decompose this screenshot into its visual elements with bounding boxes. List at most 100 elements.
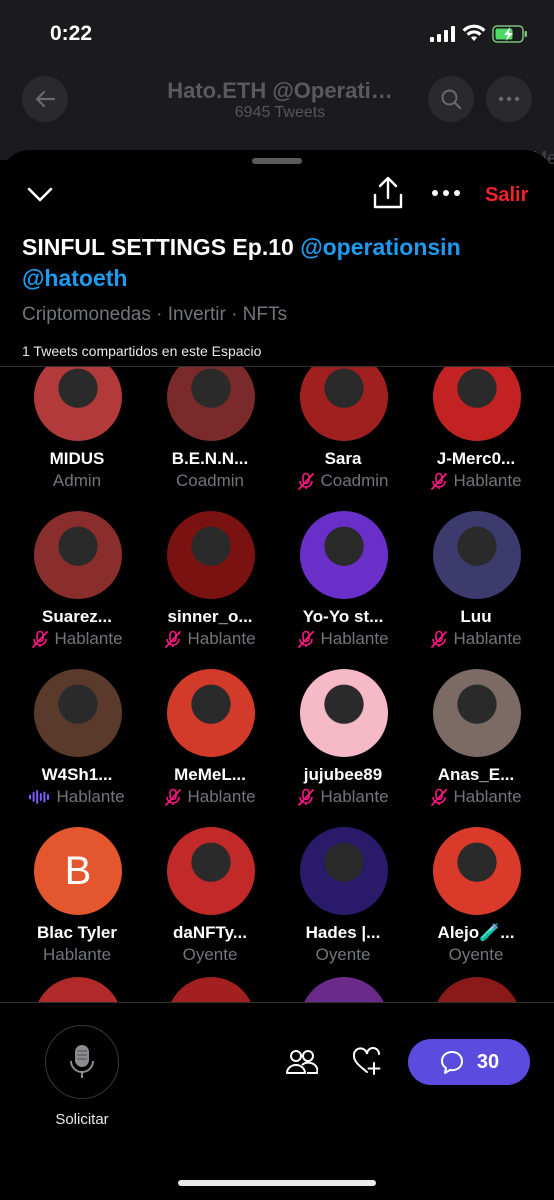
- avatar: [34, 367, 122, 441]
- leave-button[interactable]: Salir: [485, 184, 528, 207]
- participant-item[interactable]: sinner_o... Hablante: [145, 503, 275, 653]
- avatar: [300, 511, 388, 599]
- participant-item[interactable]: Sara Coadmin: [278, 367, 408, 495]
- participant-role-text: Hablante: [453, 787, 522, 806]
- participants-grid: MIDUS Admin B.E.N.N... Coadmin Sara Coadmin J-…: [0, 367, 554, 1002]
- space-sheet: Salir SINFUL SETTINGS Ep.10 @operationsi…: [0, 150, 554, 1200]
- participant-name: B.E.N.N...: [171, 449, 249, 468]
- share-icon[interactable]: [372, 176, 404, 210]
- request-label: Solicitar: [55, 1111, 109, 1128]
- avatar: [167, 827, 255, 915]
- arrow-left-icon: [35, 90, 56, 108]
- participant-role: Admin: [12, 471, 142, 491]
- participant-item[interactable]: B Blac Tyler Hablante: [12, 819, 142, 969]
- participant-name: Alejo🧪...: [437, 923, 515, 942]
- participant-role: Coadmin: [145, 471, 275, 491]
- participant-name: MIDUS: [49, 449, 105, 468]
- participant-role: Hablante: [12, 945, 142, 965]
- participant-role-text: Hablante: [187, 629, 256, 648]
- participant-role: Hablante: [411, 787, 541, 807]
- avatar-partial[interactable]: [167, 977, 255, 1002]
- participant-role-text: Oyente: [448, 945, 504, 964]
- wifi-icon: [462, 24, 486, 41]
- participant-role-text: Hablante: [56, 787, 125, 806]
- avatar-partial[interactable]: [34, 977, 122, 1002]
- participant-role-text: Hablante: [54, 629, 123, 648]
- avatar: [433, 669, 521, 757]
- mention-link[interactable]: @operationsin: [300, 234, 460, 260]
- participant-item[interactable]: J-Merc0... Hablante: [411, 367, 541, 495]
- participant-role: Oyente: [145, 945, 275, 965]
- participant-role: Hablante: [411, 471, 541, 491]
- mic-muted-icon: [298, 788, 315, 806]
- avatar: [167, 511, 255, 599]
- participant-item[interactable]: MeMeL... Hablante: [145, 661, 275, 811]
- participant-name: MeMeL...: [174, 765, 246, 784]
- participant-item[interactable]: jujubee89 Hablante: [278, 661, 408, 811]
- participant-role-text: Hablante: [187, 787, 256, 806]
- space-title: SINFUL SETTINGS Ep.10 @operationsin @hat…: [22, 232, 542, 294]
- participant-item[interactable]: Alejo🧪... Oyente: [411, 819, 541, 969]
- participant-role-text: Coadmin: [175, 471, 245, 490]
- participant-role: Hablante: [12, 629, 142, 649]
- people-icon[interactable]: [286, 1048, 318, 1076]
- participant-role: Oyente: [278, 945, 408, 965]
- participant-item[interactable]: Anas_E... Hablante: [411, 661, 541, 811]
- participant-item[interactable]: B.E.N.N... Coadmin: [145, 367, 275, 495]
- mic-muted-icon: [165, 630, 182, 648]
- avatar: [433, 367, 521, 441]
- participant-item[interactable]: W4Sh1... Hablante: [12, 661, 142, 811]
- background-profile-header: Hato.ETH @Operati… 6945 Tweets Me: [0, 70, 554, 168]
- participant-role: Hablante: [278, 629, 408, 649]
- participant-item[interactable]: Hades |... Oyente: [278, 819, 408, 969]
- status-bar: 0:22: [0, 0, 554, 70]
- participant-role: Hablante: [145, 629, 275, 649]
- participant-item[interactable]: Yo-Yo st... Hablante: [278, 503, 408, 653]
- participant-role: Hablante: [145, 787, 275, 807]
- chevron-down-icon[interactable]: [26, 182, 54, 206]
- sheet-grabber[interactable]: [252, 158, 302, 164]
- participant-name: Blac Tyler: [36, 923, 117, 942]
- avatar: [167, 669, 255, 757]
- participant-role: Hablante: [411, 629, 541, 649]
- mic-muted-icon: [165, 788, 182, 806]
- participant-name: Luu: [460, 607, 492, 626]
- heart-plus-icon[interactable]: [352, 1046, 382, 1076]
- participant-name: Hades |...: [305, 923, 381, 942]
- profile-title: Hato.ETH @Operati…: [167, 78, 393, 103]
- status-time: 0:22: [50, 22, 93, 45]
- participant-name: Suarez...: [42, 607, 112, 626]
- participant-role-text: Hablante: [453, 629, 522, 648]
- participant-role: Hablante: [278, 787, 408, 807]
- avatar-partial[interactable]: [433, 977, 521, 1002]
- avatar: [300, 669, 388, 757]
- mention-link[interactable]: @hatoeth: [22, 265, 127, 291]
- avatar: [433, 827, 521, 915]
- avatar-partial[interactable]: [300, 977, 388, 1002]
- participant-item[interactable]: MIDUS Admin: [12, 367, 142, 495]
- participant-role-text: Coadmin: [320, 471, 389, 490]
- participant-item[interactable]: daNFTy... Oyente: [145, 819, 275, 969]
- profile-tweet-count: 6945 Tweets: [234, 104, 326, 121]
- back-button[interactable]: [22, 76, 68, 122]
- mic-muted-icon: [431, 630, 448, 648]
- participant-item[interactable]: Suarez... Hablante: [12, 503, 142, 653]
- search-button[interactable]: [428, 76, 474, 122]
- cellular-signal-icon: [430, 26, 455, 42]
- home-indicator[interactable]: [178, 1180, 376, 1186]
- battery-charging-icon: [492, 25, 527, 43]
- mic-muted-icon: [298, 630, 315, 648]
- avatar: [34, 669, 122, 757]
- chat-button[interactable]: 30: [408, 1039, 530, 1085]
- participant-role: Oyente: [411, 945, 541, 965]
- request-mic-button[interactable]: [45, 1025, 119, 1099]
- shared-tweets-link[interactable]: 1 Tweets compartidos en este Espacio: [22, 343, 261, 359]
- participant-name: W4Sh1...: [41, 765, 113, 784]
- microphone-icon: [70, 1045, 94, 1078]
- space-topics: Criptomonedas · Invertir · NFTs: [22, 304, 288, 325]
- participant-item[interactable]: Luu Hablante: [411, 503, 541, 653]
- profile-more-button[interactable]: [486, 76, 532, 122]
- avatar: [34, 511, 122, 599]
- more-options-icon[interactable]: [430, 184, 462, 202]
- participant-role: Hablante: [12, 787, 142, 807]
